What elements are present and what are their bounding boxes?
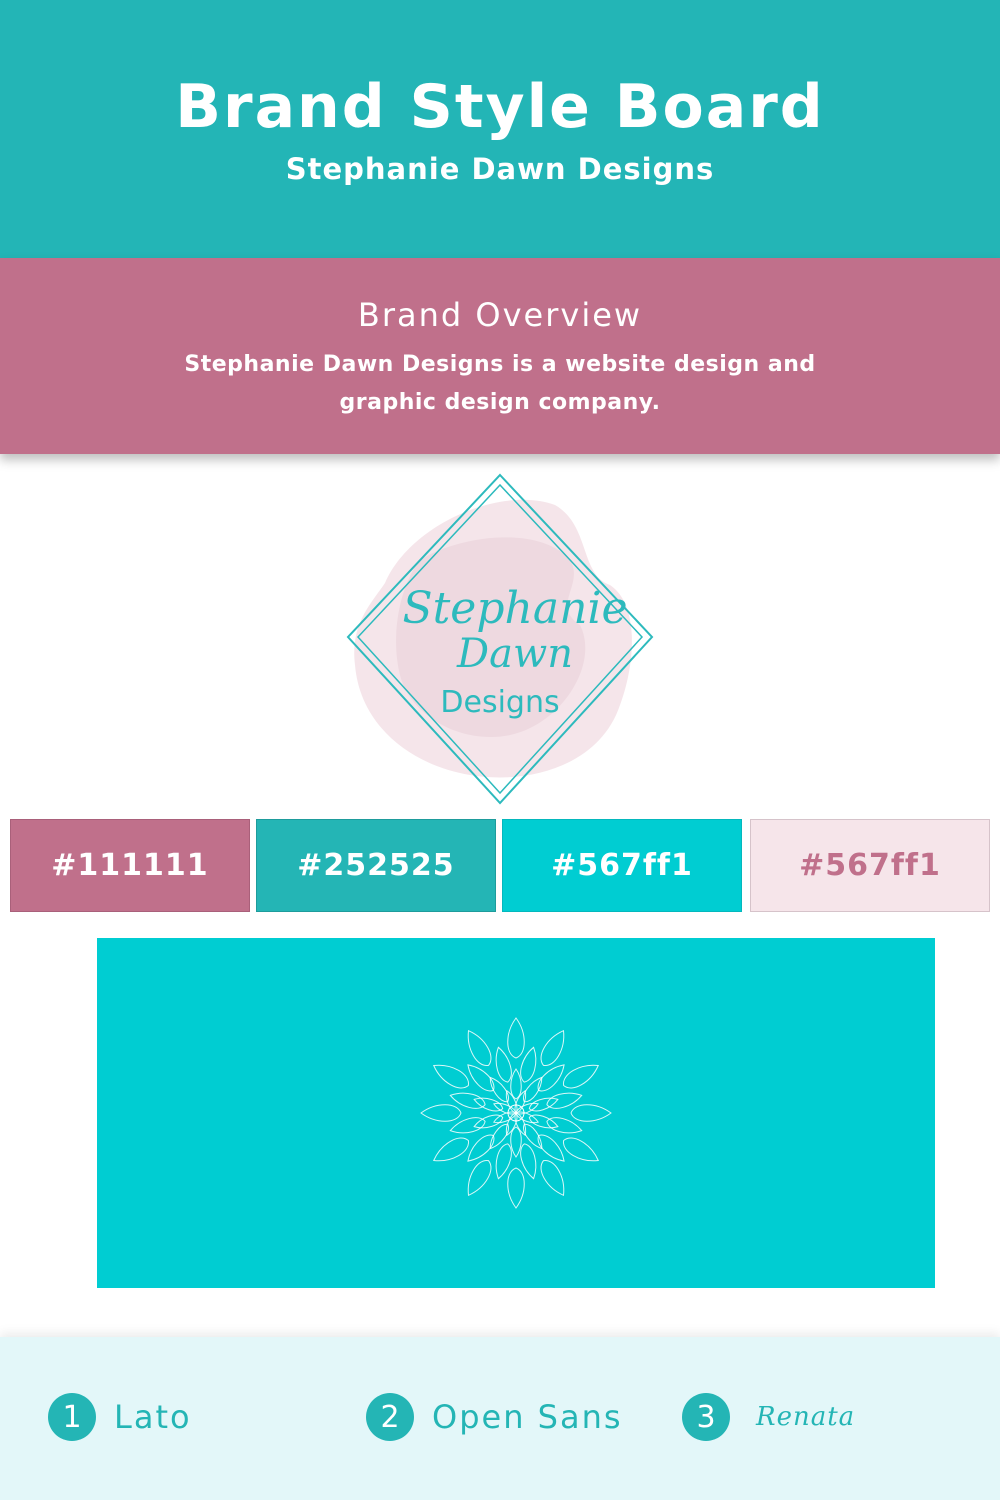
overview-description: Stephanie Dawn Designs is a website desi…: [184, 352, 816, 415]
brand-pattern-panel: [97, 938, 935, 1288]
fonts-section: 1 Lato 2 Open Sans 3 Renata: [0, 1337, 1000, 1500]
color-swatch-4: #567ff1: [750, 819, 990, 912]
color-swatch-3: #567ff1: [502, 819, 742, 912]
color-swatch-2: #252525: [256, 819, 496, 912]
page-title: Brand Style Board: [175, 72, 825, 142]
font-name: Renata: [756, 1402, 856, 1432]
header-banner: Brand Style Board Stephanie Dawn Designs: [0, 0, 1000, 258]
logo-text-line2: Dawn: [457, 631, 573, 677]
overview-heading: Brand Overview: [357, 296, 643, 334]
brand-logo: Stephanie Dawn Designs: [340, 465, 660, 810]
font-name: Lato: [114, 1398, 192, 1436]
mandala-icon: [420, 1017, 612, 1209]
logo-text-line3: Designs: [440, 685, 560, 720]
logo-text-line1: Stephanie: [402, 583, 628, 634]
brand-overview-section: Brand Overview Stephanie Dawn Designs is…: [0, 258, 1000, 454]
font-item-lato: 1 Lato: [48, 1391, 192, 1443]
font-number-badge: 3: [682, 1393, 730, 1441]
font-number-badge: 2: [366, 1393, 414, 1441]
font-item-open-sans: 2 Open Sans: [366, 1391, 623, 1443]
page-subtitle: Stephanie Dawn Designs: [285, 152, 715, 186]
font-item-renata: 3 Renata: [682, 1391, 855, 1443]
font-name: Open Sans: [432, 1398, 623, 1436]
color-swatch-1: #111111: [10, 819, 250, 912]
font-number-badge: 1: [48, 1393, 96, 1441]
